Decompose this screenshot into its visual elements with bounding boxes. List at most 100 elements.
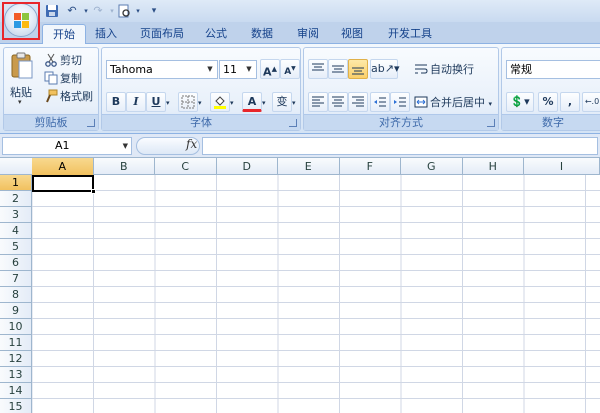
wrap-text-button[interactable]: 自动换行 xyxy=(414,61,474,79)
row-header-6[interactable]: 6 xyxy=(0,255,32,271)
quick-access-customize-icon[interactable]: ▾ xyxy=(130,4,146,18)
tab-formulas[interactable]: 公式 xyxy=(198,24,234,44)
column-header-i[interactable]: I xyxy=(524,158,600,175)
paste-dropdown-icon[interactable]: ▾ xyxy=(18,98,22,106)
row-header-8[interactable]: 8 xyxy=(0,287,32,303)
percent-style-button[interactable]: % xyxy=(538,92,558,112)
font-name-value: Tahoma xyxy=(110,63,153,76)
name-box-dropdown-icon[interactable]: ▼ xyxy=(123,138,128,154)
column-header-e[interactable]: E xyxy=(278,158,340,175)
row-header-4[interactable]: 4 xyxy=(0,223,32,239)
increase-decimal-button[interactable]: ←.0 xyxy=(582,92,600,112)
tab-developer[interactable]: 开发工具 xyxy=(380,24,440,44)
shrink-font-button[interactable]: A▼ xyxy=(280,59,300,79)
tab-view[interactable]: 视图 xyxy=(334,24,370,44)
tab-data[interactable]: 数据 xyxy=(244,24,280,44)
comma-style-button[interactable]: , xyxy=(560,92,580,112)
increase-indent-button[interactable] xyxy=(390,92,410,112)
font-color-dropdown-icon[interactable]: ▾ xyxy=(262,94,266,112)
font-name-dropdown-icon[interactable]: ▼ xyxy=(205,63,215,76)
quick-access-more-icon[interactable]: ▾ xyxy=(146,4,162,18)
tab-insert[interactable]: 插入 xyxy=(88,24,124,44)
formula-bar: A1 ▼ fx xyxy=(0,134,600,158)
copy-label: 复制 xyxy=(60,72,82,85)
insert-function-icon[interactable]: fx xyxy=(186,137,197,151)
row-header-13[interactable]: 13 xyxy=(0,367,32,383)
orientation-button[interactable]: ab↗▾ xyxy=(370,59,399,79)
underline-button[interactable]: U xyxy=(146,92,166,112)
align-middle-button[interactable] xyxy=(328,59,348,79)
name-box[interactable]: A1 ▼ xyxy=(2,137,132,155)
align-center-button[interactable] xyxy=(328,92,348,112)
number-group-label: 数字 xyxy=(502,114,600,130)
column-header-f[interactable]: F xyxy=(340,158,401,175)
phonetic-dropdown-icon[interactable]: ▾ xyxy=(292,94,296,112)
row-header-12[interactable]: 12 xyxy=(0,351,32,367)
italic-button[interactable]: I xyxy=(126,92,146,112)
ribbon-tabs: 开始 插入 页面布局 公式 数据 审阅 视图 开发工具 xyxy=(0,22,600,44)
active-cell[interactable] xyxy=(32,175,96,194)
borders-dropdown-icon[interactable]: ▾ xyxy=(198,94,202,112)
borders-button[interactable] xyxy=(178,92,198,112)
cells-area[interactable] xyxy=(32,175,600,413)
fill-color-button[interactable] xyxy=(210,92,230,112)
align-middle-icon xyxy=(332,65,344,73)
formula-input[interactable] xyxy=(202,137,598,155)
alignment-launcher-icon[interactable] xyxy=(487,119,495,127)
row-header-10[interactable]: 10 xyxy=(0,319,32,335)
font-size-combo[interactable]: 11 ▼ xyxy=(219,60,257,79)
row-header-15[interactable]: 15 xyxy=(0,399,32,413)
fill-handle[interactable] xyxy=(91,189,96,194)
tab-home[interactable]: 开始 xyxy=(42,24,86,44)
format-painter-button[interactable]: 格式刷 xyxy=(44,88,93,106)
column-header-a[interactable]: A xyxy=(32,158,94,175)
row-header-14[interactable]: 14 xyxy=(0,383,32,399)
phonetic-button[interactable]: 变 xyxy=(272,92,292,112)
align-bottom-icon xyxy=(352,67,364,75)
font-color-button[interactable]: A xyxy=(242,92,262,112)
merge-center-button[interactable]: 合并后居中 ▾ xyxy=(414,94,492,112)
save-icon[interactable] xyxy=(44,4,60,18)
font-name-combo[interactable]: Tahoma ▼ xyxy=(106,60,218,79)
alignment-group: ab↗▾ 自动换行 合并后居中 ▾ 对齐方式 xyxy=(303,47,499,131)
increase-decimal-icon: ←.0 xyxy=(584,97,600,106)
cut-button[interactable]: 剪切 xyxy=(44,52,82,70)
align-bottom-button[interactable] xyxy=(348,59,368,79)
underline-dropdown-icon[interactable]: ▾ xyxy=(166,94,170,112)
column-header-d[interactable]: D xyxy=(217,158,278,175)
column-header-c[interactable]: C xyxy=(155,158,217,175)
paste-icon xyxy=(11,52,33,79)
copy-icon xyxy=(44,71,58,85)
grow-font-button[interactable]: A▲ xyxy=(260,59,280,79)
row-header-3[interactable]: 3 xyxy=(0,207,32,223)
accounting-format-button[interactable]: 💲▾ xyxy=(506,92,534,112)
decrease-indent-button[interactable] xyxy=(370,92,390,112)
cut-label: 剪切 xyxy=(60,54,82,67)
row-header-2[interactable]: 2 xyxy=(0,191,32,207)
tab-page-layout[interactable]: 页面布局 xyxy=(132,24,192,44)
font-size-dropdown-icon[interactable]: ▼ xyxy=(244,63,254,76)
align-top-button[interactable] xyxy=(308,59,328,79)
number-format-combo[interactable]: 常规 xyxy=(506,60,600,79)
column-header-h[interactable]: H xyxy=(463,158,524,175)
paintbrush-icon xyxy=(44,89,58,103)
merge-center-dropdown-icon[interactable]: ▾ xyxy=(489,100,493,108)
row-header-1[interactable]: 1 xyxy=(0,175,32,191)
row-header-9[interactable]: 9 xyxy=(0,303,32,319)
clipboard-launcher-icon[interactable] xyxy=(87,119,95,127)
row-header-5[interactable]: 5 xyxy=(0,239,32,255)
align-left-button[interactable] xyxy=(308,92,328,112)
column-header-b[interactable]: B xyxy=(94,158,155,175)
align-right-icon xyxy=(352,96,364,107)
align-right-button[interactable] xyxy=(348,92,368,112)
align-top-icon xyxy=(312,63,324,71)
row-header-11[interactable]: 11 xyxy=(0,335,32,351)
font-launcher-icon[interactable] xyxy=(289,119,297,127)
fill-color-dropdown-icon[interactable]: ▾ xyxy=(230,94,234,112)
tab-review[interactable]: 审阅 xyxy=(290,24,326,44)
bold-button[interactable]: B xyxy=(106,92,126,112)
row-header-7[interactable]: 7 xyxy=(0,271,32,287)
paste-button[interactable]: 粘贴 ▾ xyxy=(10,52,34,110)
column-header-g[interactable]: G xyxy=(401,158,463,175)
copy-button[interactable]: 复制 xyxy=(44,70,82,88)
